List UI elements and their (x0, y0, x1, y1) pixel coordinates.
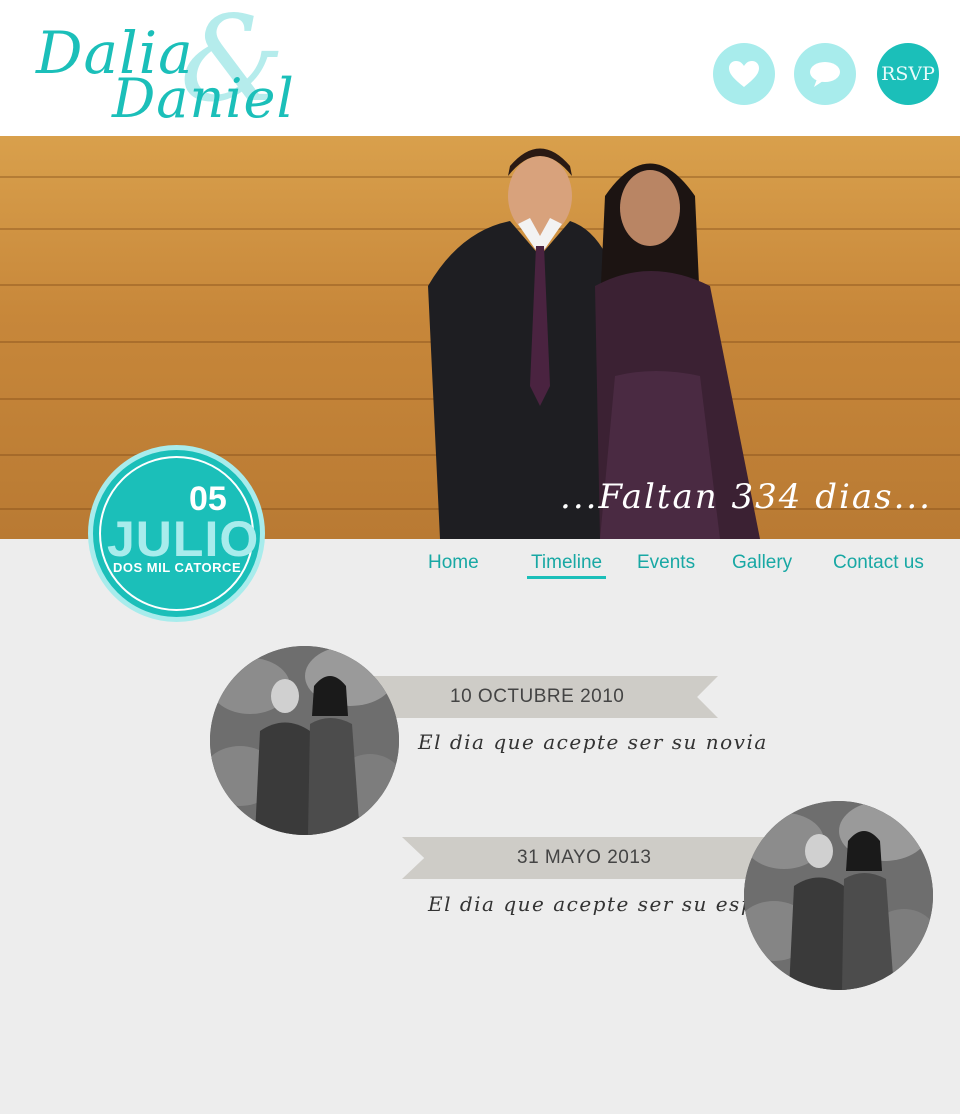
nav-gallery[interactable]: Gallery (732, 552, 792, 574)
timeline-photo[interactable] (744, 801, 933, 990)
timeline-date-ribbon: 10 OCTUBRE 2010 (370, 676, 718, 718)
couple-logo[interactable]: & Dalia Daniel (30, 0, 310, 130)
nav-contact-us[interactable]: Contact us (833, 552, 924, 574)
nav-home[interactable]: Home (428, 552, 479, 574)
nav-events[interactable]: Events (637, 552, 695, 574)
timeline-date: 31 MAYO 2013 (517, 847, 652, 868)
site-header: & Dalia Daniel RSVP (0, 0, 960, 136)
timeline-caption: El dia que acepte ser su esposa (428, 892, 794, 916)
timeline-date-ribbon: 31 MAYO 2013 (402, 837, 772, 879)
wedding-countdown: ...Faltan 334 dias... (560, 477, 932, 517)
rsvp-label: RSVP (881, 63, 935, 85)
timeline-caption: El dia que acepte ser su novia (418, 730, 768, 754)
heart-icon (729, 61, 759, 87)
main-nav: Home Timeline Events Gallery Contact us (0, 552, 960, 586)
wedding-date-badge: 05 JULIO DOS MIL CATORCE (88, 445, 265, 622)
timeline-photo[interactable] (210, 646, 399, 835)
rsvp-button[interactable]: RSVP (877, 43, 939, 105)
speech-bubble-icon (810, 62, 840, 87)
timeline-date: 10 OCTUBRE 2010 (450, 686, 625, 707)
love-button[interactable] (713, 43, 775, 105)
messages-button[interactable] (794, 43, 856, 105)
logo-name-daniel: Daniel (112, 67, 295, 130)
nav-timeline[interactable]: Timeline (527, 552, 607, 579)
